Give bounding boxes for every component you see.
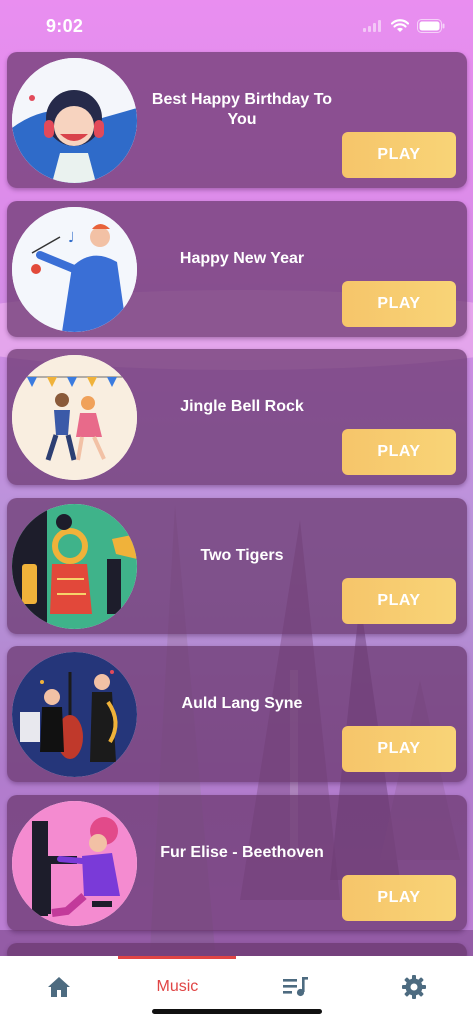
home-icon	[48, 977, 71, 997]
home-indicator	[152, 1009, 322, 1014]
song-thumbnail	[12, 58, 137, 183]
song-card[interactable]: Jingle Bell Rock PLAY	[7, 349, 467, 485]
tab-music-label: Music	[156, 978, 199, 995]
active-tab-indicator	[118, 956, 236, 959]
play-button[interactable]: PLAY	[342, 577, 456, 624]
song-title: Two Tigers	[200, 546, 284, 564]
battery-icon	[417, 19, 445, 33]
play-button[interactable]: PLAY	[342, 429, 456, 475]
song-thumbnail	[12, 503, 137, 629]
play-button[interactable]: PLAY	[342, 874, 456, 921]
pianist-image	[12, 800, 137, 926]
playlist-icon	[282, 977, 308, 997]
song-title: Jingle Bell Rock	[180, 398, 304, 415]
song-card[interactable]: Auld Lang Syne PLAY	[7, 646, 467, 782]
signal-icon	[363, 20, 381, 32]
song-title: Happy New Year	[179, 249, 305, 267]
svg-text:♩: ♩	[68, 230, 75, 246]
song-title: Best Happy Birthday To You	[151, 91, 333, 128]
song-card[interactable]: Best Happy Birthday To You PLAY	[7, 52, 467, 188]
jazz-band-image	[12, 652, 137, 777]
status-icons	[363, 19, 445, 33]
song-card[interactable]: Two Tigers PLAY	[7, 497, 467, 634]
song-title: Fur Elise - Beethoven	[160, 843, 324, 861]
song-thumbnail	[12, 652, 137, 777]
song-thumbnail: ♩	[12, 206, 137, 332]
song-thumbnail	[12, 800, 137, 926]
status-time: 9:02	[46, 15, 84, 36]
play-button[interactable]: PLAY	[342, 726, 456, 772]
dancing-couple-image	[12, 355, 137, 480]
status-bar: 9:02	[0, 0, 473, 52]
tab-settings[interactable]	[355, 956, 473, 1024]
wifi-icon	[391, 19, 409, 32]
gear-icon	[401, 975, 426, 999]
play-button[interactable]: PLAY	[342, 280, 456, 327]
conductor-image: ♩	[12, 206, 137, 332]
girl-headphones-image	[12, 58, 137, 183]
song-card[interactable]: Fur Elise - Beethoven PLAY	[7, 794, 467, 931]
song-card[interactable]: ♩ Happy New Year PLAY	[7, 200, 467, 337]
song-title: Auld Lang Syne	[181, 695, 303, 712]
play-button[interactable]: PLAY	[342, 132, 456, 178]
song-list[interactable]: Best Happy Birthday To You PLAY ♩ Happy …	[7, 52, 467, 976]
brass-musicians-image	[12, 503, 137, 629]
tab-home[interactable]	[0, 956, 118, 1024]
song-thumbnail	[12, 355, 137, 480]
